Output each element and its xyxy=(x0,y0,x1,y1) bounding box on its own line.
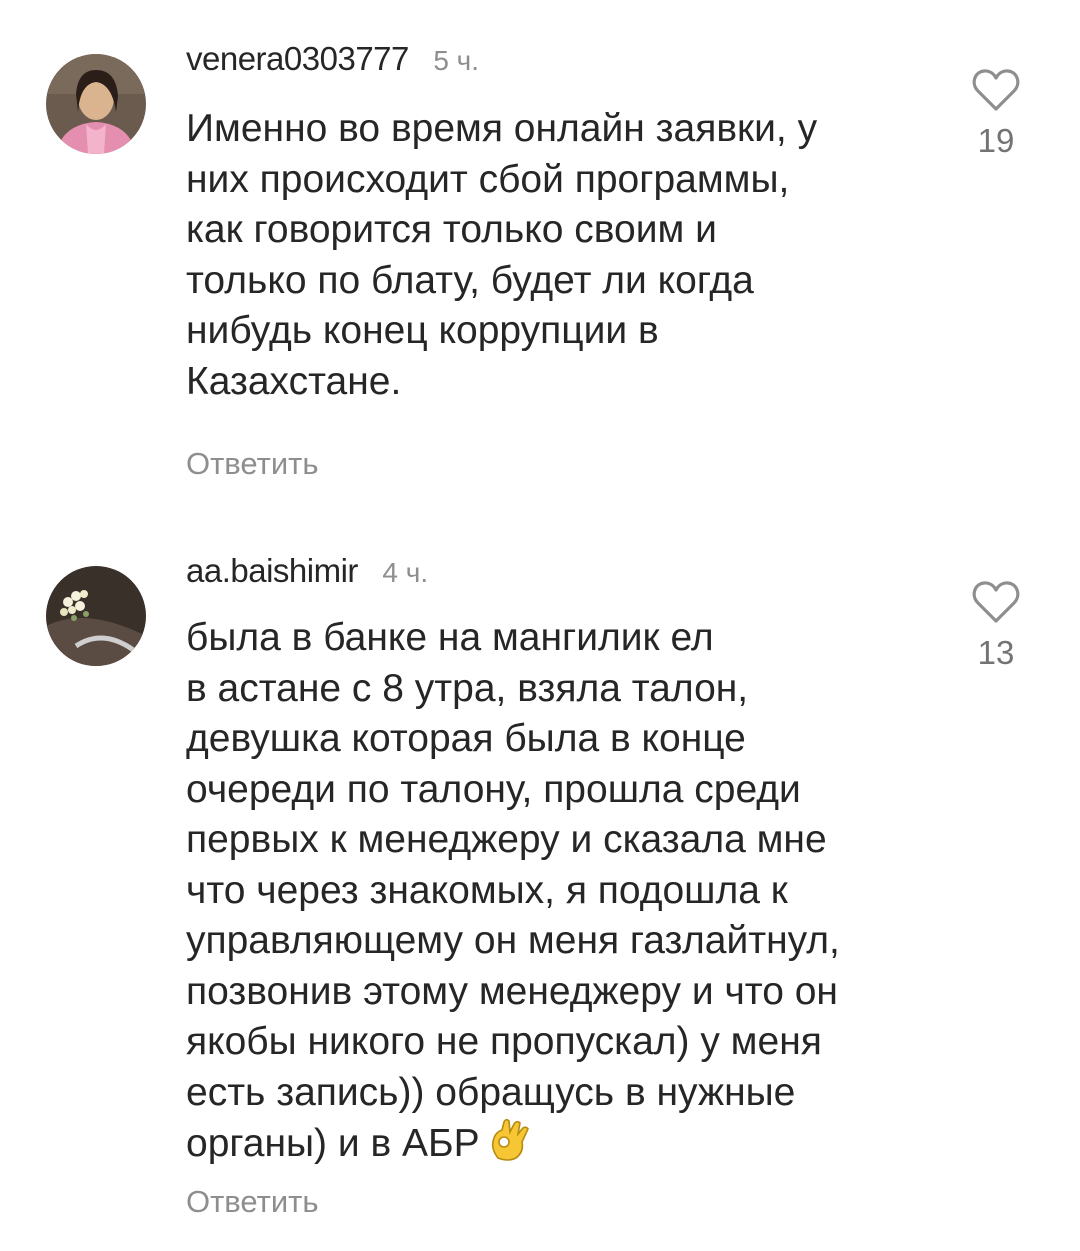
comment-text: была в банке на мангилик ел в астане с 8… xyxy=(186,613,946,1170)
comment-meta: venera0303777 5 ч. xyxy=(186,40,479,78)
like-group: 19 xyxy=(966,68,1026,160)
reply-button[interactable]: Ответить xyxy=(186,1184,319,1220)
heart-outline-icon[interactable] xyxy=(972,68,1020,112)
comment-meta: aa.baishimir 4 ч. xyxy=(186,552,428,590)
like-group: 13 xyxy=(966,580,1026,672)
like-count: 13 xyxy=(977,634,1015,671)
reply-button[interactable]: Ответить xyxy=(186,446,319,482)
like-count: 19 xyxy=(977,122,1015,159)
avatar[interactable] xyxy=(46,566,146,666)
timestamp: 4 ч. xyxy=(382,557,429,588)
ok-hand-emoji-icon xyxy=(491,1118,529,1161)
heart-outline-icon[interactable] xyxy=(972,580,1020,624)
comment-text: Именно во время онлайн заявки, у них про… xyxy=(186,107,818,403)
username[interactable]: aa.baishimir xyxy=(186,552,358,589)
user-photo-avatar-icon xyxy=(46,54,146,154)
comment-text-content: была в банке на мангилик ел в астане с 8… xyxy=(186,616,840,1165)
timestamp: 5 ч. xyxy=(433,45,480,76)
avatar[interactable] xyxy=(46,54,146,154)
username[interactable]: venera0303777 xyxy=(186,40,409,77)
flowers-photo-avatar-icon xyxy=(46,566,146,666)
